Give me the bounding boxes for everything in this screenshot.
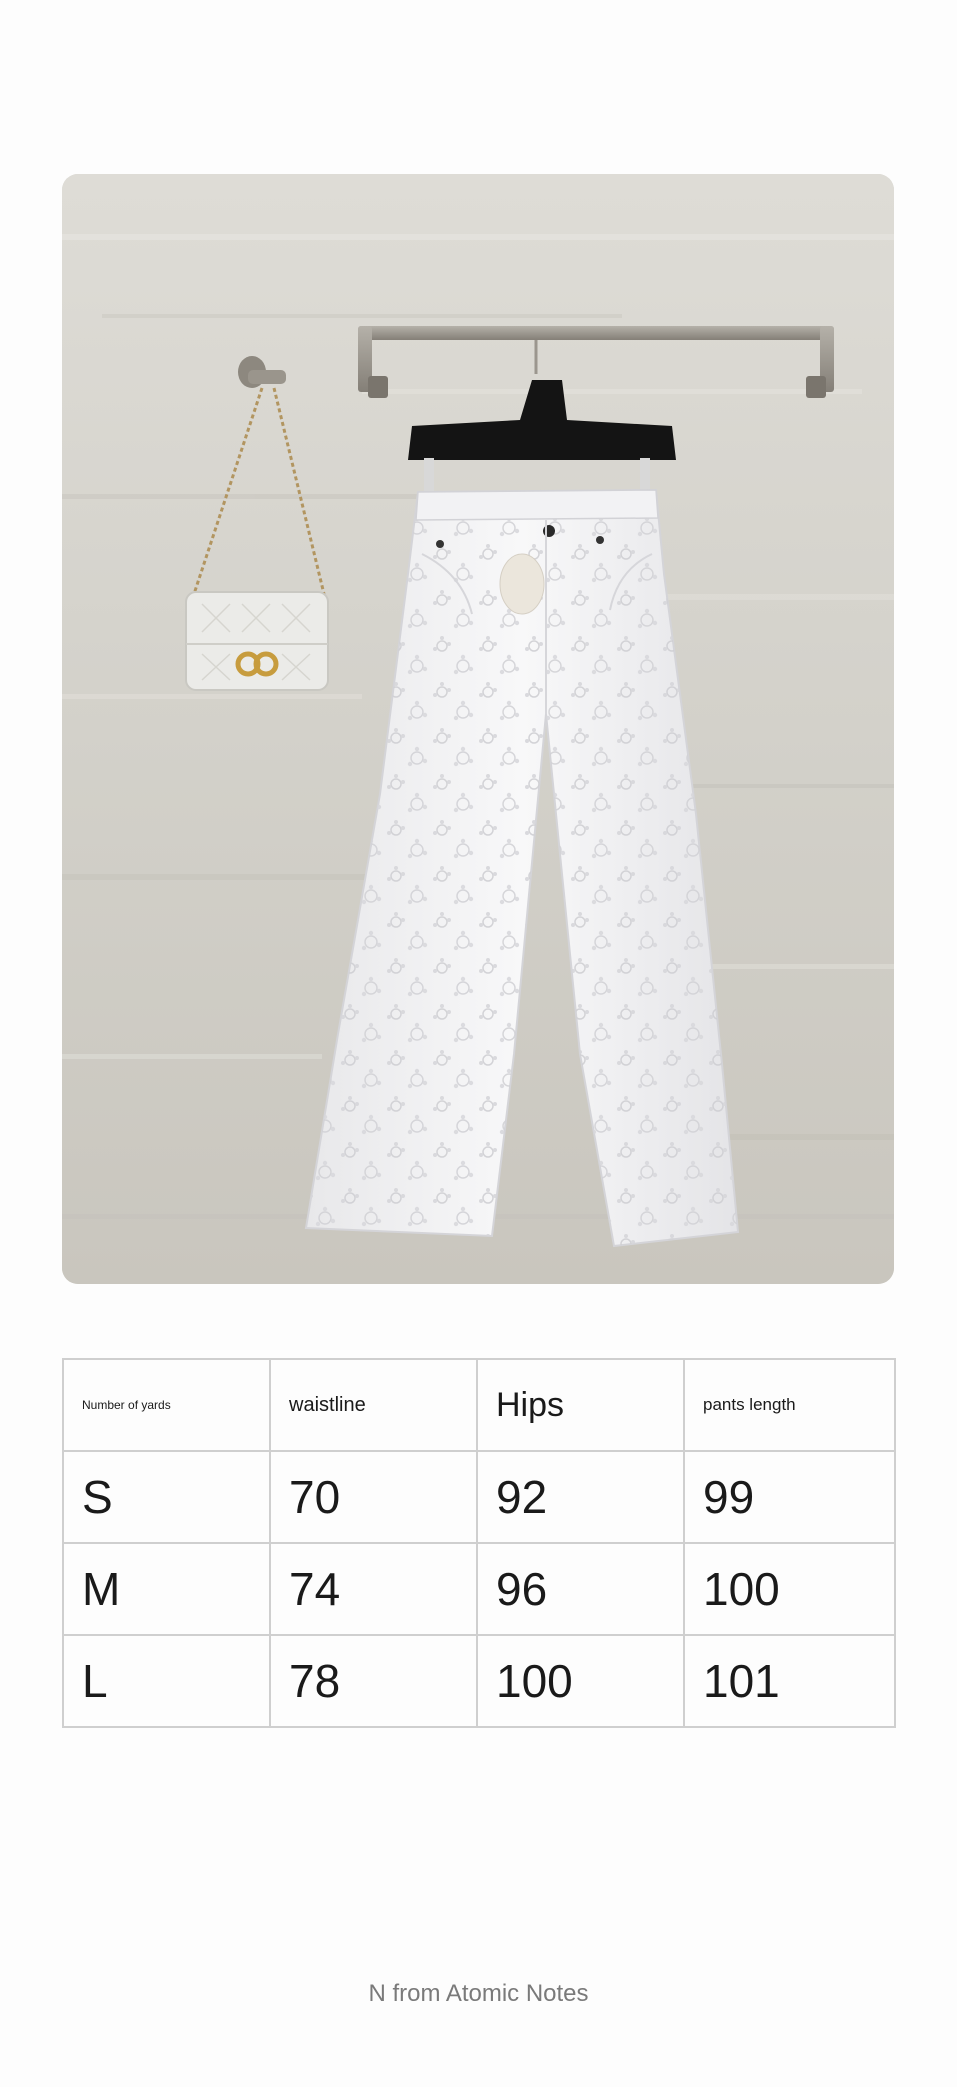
table-row: L 78 100 101	[62, 1634, 896, 1728]
table-header-row: Number of yards waistline Hips pants len…	[62, 1358, 896, 1452]
product-image	[62, 174, 894, 1284]
table-row: S 70 92 99	[62, 1450, 896, 1544]
header-pants-length: pants length	[683, 1358, 896, 1452]
cell-hips: 100	[476, 1634, 685, 1728]
footer-attribution: N from Atomic Notes	[368, 1980, 589, 2007]
header-waistline: waistline	[269, 1358, 478, 1452]
cell-pants-length: 100	[683, 1542, 896, 1636]
cell-size: L	[62, 1634, 271, 1728]
table-row: M 74 96 100	[62, 1542, 896, 1636]
cell-waistline: 78	[269, 1634, 478, 1728]
cell-hips: 92	[476, 1450, 685, 1544]
size-chart-table: Number of yards waistline Hips pants len…	[62, 1358, 896, 1728]
header-hips: Hips	[476, 1358, 685, 1452]
header-number-of-yards: Number of yards	[62, 1358, 271, 1452]
cell-pants-length: 101	[683, 1634, 896, 1728]
cell-size: M	[62, 1542, 271, 1636]
cell-hips: 96	[476, 1542, 685, 1636]
cell-waistline: 70	[269, 1450, 478, 1544]
cell-waistline: 74	[269, 1542, 478, 1636]
cell-size: S	[62, 1450, 271, 1544]
cell-pants-length: 99	[683, 1450, 896, 1544]
